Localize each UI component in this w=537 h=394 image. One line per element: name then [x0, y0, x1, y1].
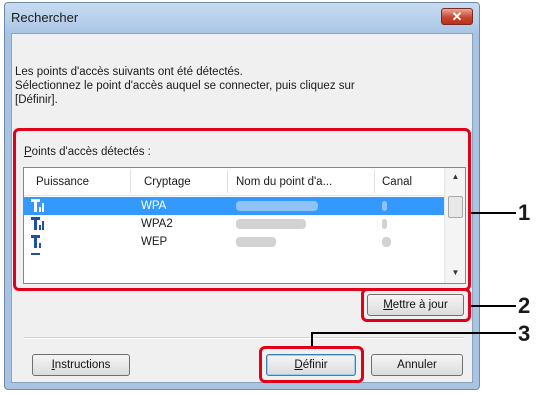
callout-line-3-vertical: [311, 332, 313, 346]
callout-line-3: [311, 332, 516, 334]
close-button[interactable]: ✕: [441, 8, 473, 25]
message-line-1: Les points d'accès suivants ont été déte…: [15, 66, 243, 78]
callout-frame-list: [13, 128, 471, 291]
divider: [24, 337, 464, 339]
callout-number-2: 2: [518, 293, 531, 318]
callout-line-2: [471, 305, 516, 307]
cancel-button[interactable]: Annuler: [371, 354, 463, 376]
callout-line-1: [471, 212, 516, 214]
callout-frame-define: [259, 346, 364, 383]
instruction-message: Les points d'accès suivants ont été déte…: [15, 65, 355, 107]
callout-number-1: 1: [518, 200, 531, 225]
instructions-button[interactable]: Instructions: [32, 354, 130, 376]
message-line-2: Sélectionnez le point d'accès auquel se …: [15, 80, 355, 92]
callout-number-3: 3: [518, 321, 531, 346]
message-line-3: [Définir].: [15, 94, 58, 106]
window-title: Rechercher: [11, 10, 79, 25]
callout-frame-refresh: [361, 288, 471, 322]
instructions-button-rest: nstructions: [54, 359, 111, 371]
close-icon: ✕: [451, 9, 463, 24]
title-bar: Rechercher ✕: [5, 3, 479, 33]
